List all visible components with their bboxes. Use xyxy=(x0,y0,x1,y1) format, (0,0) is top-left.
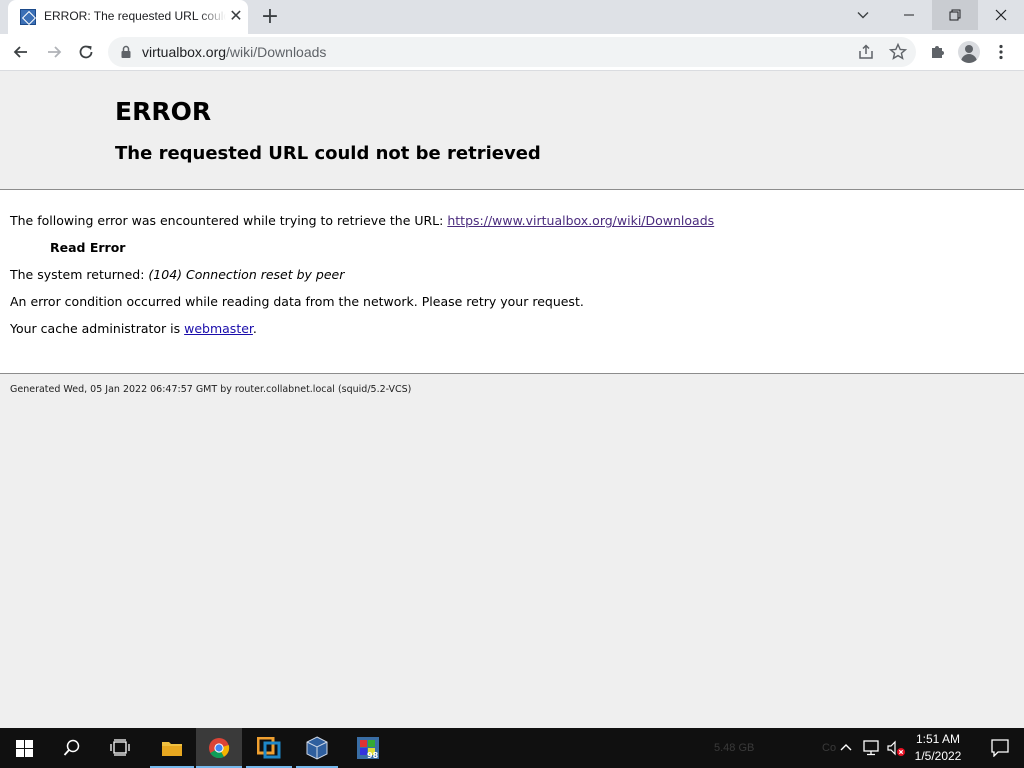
error-header: ERROR The requested URL could not be ret… xyxy=(0,71,1024,190)
search-icon xyxy=(63,739,80,756)
browser-tab[interactable]: ERROR: The requested URL could not be re… xyxy=(8,0,248,34)
error-intro-line: The following error was encountered whil… xyxy=(10,213,714,228)
error-name: Read Error xyxy=(50,240,126,255)
file-explorer-icon xyxy=(162,742,182,756)
volume-tray-button[interactable] xyxy=(884,728,906,768)
task-view-button[interactable] xyxy=(96,728,144,768)
vmware-icon xyxy=(257,737,281,759)
forward-button[interactable] xyxy=(40,38,68,66)
win98-icon: 98 xyxy=(357,737,379,760)
system-returned-line: The system returned: (104) Connection re… xyxy=(10,267,344,282)
admin-suffix: . xyxy=(252,321,257,336)
back-button[interactable] xyxy=(7,38,35,66)
notification-icon xyxy=(991,739,1009,757)
start-button[interactable] xyxy=(0,728,48,768)
ghost-text-1: 5.48 GB xyxy=(714,742,755,754)
network-icon xyxy=(863,740,879,756)
task-view-icon xyxy=(110,739,130,756)
close-window-button[interactable] xyxy=(978,0,1024,30)
clock[interactable]: 1:51 AM 1/5/2022 xyxy=(906,731,970,765)
taskbar-vmware[interactable] xyxy=(246,728,292,768)
tab-search-button[interactable] xyxy=(840,0,886,30)
profile-avatar-icon[interactable] xyxy=(958,41,980,63)
error-subheading: The requested URL could not be retrieved xyxy=(115,143,541,164)
show-hidden-icons-button[interactable] xyxy=(836,728,856,768)
requested-url-link[interactable]: https://www.virtualbox.org/wiki/Download… xyxy=(447,213,714,228)
windows-taskbar: 98 5.48 GB Co 1:51 AM 1/5/2022 xyxy=(0,728,1024,768)
new-tab-button[interactable]: + xyxy=(258,3,282,31)
clock-date: 1/5/2022 xyxy=(914,749,962,763)
taskbar-chrome[interactable] xyxy=(196,728,242,768)
page-content: ERROR The requested URL could not be ret… xyxy=(0,71,1024,728)
bookmark-star-icon[interactable] xyxy=(888,42,908,62)
puzzle-icon xyxy=(932,46,944,58)
tab-title: ERROR: The requested URL could not be re… xyxy=(44,9,226,23)
reload-button[interactable] xyxy=(72,38,100,66)
intro-text: The following error was encountered whil… xyxy=(10,213,448,228)
restore-button[interactable] xyxy=(932,0,978,30)
browser-toolbar: virtualbox.org/wiki/Downloads xyxy=(0,34,1024,71)
chevron-down-icon xyxy=(857,12,869,19)
close-icon xyxy=(995,9,1007,21)
tab-close-icon[interactable]: ✕ xyxy=(226,6,246,26)
cache-admin-line: Your cache administrator is webmaster. xyxy=(10,321,257,336)
ghost-text-2: Co xyxy=(822,742,837,754)
url-host: virtualbox.org xyxy=(142,44,227,60)
system-returned-value: (104) Connection reset by peer xyxy=(148,267,345,282)
error-condition-text: An error condition occurred while readin… xyxy=(10,294,584,309)
menu-button[interactable] xyxy=(988,39,1014,65)
url-path: /wiki/Downloads xyxy=(226,44,327,60)
address-bar[interactable]: virtualbox.org/wiki/Downloads xyxy=(108,37,916,67)
chrome-icon xyxy=(209,738,230,759)
error-heading: ERROR xyxy=(115,97,212,126)
error-body: The following error was encountered whil… xyxy=(0,190,1024,374)
more-vertical-icon xyxy=(999,44,1003,60)
reload-icon xyxy=(79,45,93,59)
chevron-up-icon xyxy=(840,744,852,751)
arrow-left-icon xyxy=(13,46,27,58)
extensions-button[interactable] xyxy=(925,39,951,65)
share-icon[interactable] xyxy=(856,42,876,62)
minimize-icon xyxy=(904,14,914,16)
svg-text:98: 98 xyxy=(367,751,379,760)
taskbar-file-explorer[interactable] xyxy=(150,728,194,768)
webmaster-link[interactable]: webmaster xyxy=(184,321,253,336)
tab-strip: ERROR: The requested URL could not be re… xyxy=(0,0,1024,34)
taskbar-win98-vm[interactable]: 98 xyxy=(346,728,390,768)
system-returned-label: The system returned: xyxy=(10,267,149,282)
taskbar-virtualbox[interactable] xyxy=(296,728,338,768)
virtualbox-favicon-icon xyxy=(20,9,36,25)
network-tray-button[interactable] xyxy=(860,728,882,768)
start-icon xyxy=(16,740,33,757)
generated-footer: Generated Wed, 05 Jan 2022 06:47:57 GMT … xyxy=(10,384,412,395)
url-text[interactable]: virtualbox.org/wiki/Downloads xyxy=(142,44,326,60)
admin-text: Your cache administrator is xyxy=(10,321,185,336)
search-button[interactable] xyxy=(48,728,96,768)
virtualbox-icon xyxy=(306,736,328,760)
clock-time: 1:51 AM xyxy=(915,732,961,746)
arrow-right-icon xyxy=(48,46,62,58)
restore-icon xyxy=(949,9,961,21)
volume-muted-icon xyxy=(887,740,905,756)
minimize-button[interactable] xyxy=(886,0,932,30)
lock-icon[interactable] xyxy=(120,45,132,59)
action-center-button[interactable] xyxy=(978,728,1024,768)
